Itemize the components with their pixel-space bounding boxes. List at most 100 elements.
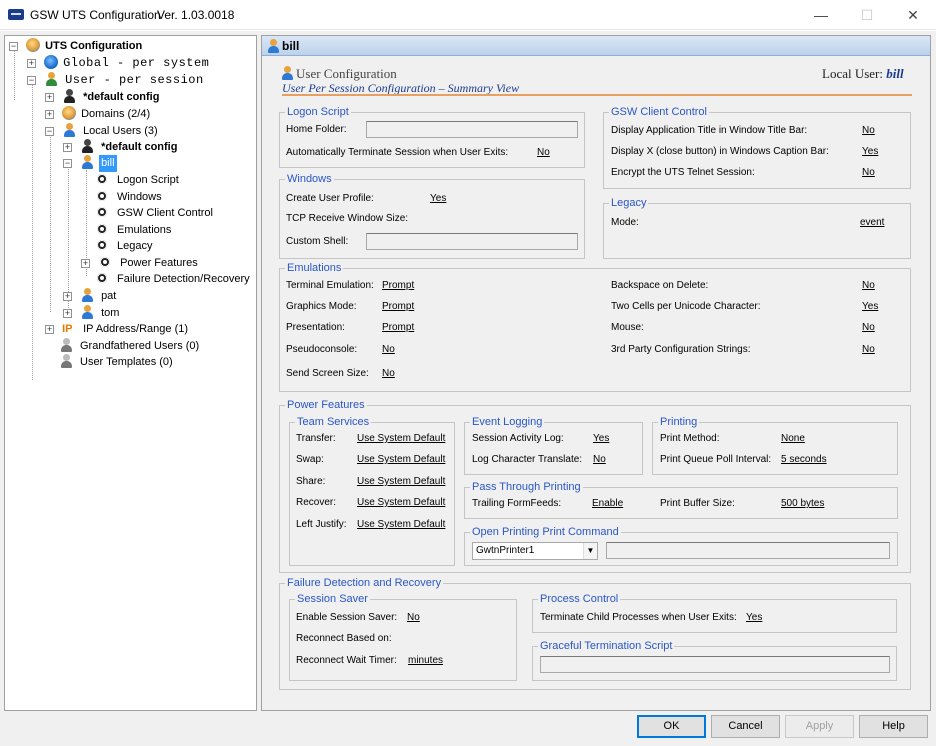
- swap-value[interactable]: Use System Default: [357, 454, 445, 465]
- mode-value[interactable]: event: [860, 217, 884, 228]
- tree-item-local-users[interactable]: − Local Users (3): [45, 123, 160, 140]
- poll-interval-value[interactable]: 5 seconds: [781, 454, 827, 465]
- create-profile-label: Create User Profile:: [286, 193, 374, 204]
- trailing-formfeeds-value[interactable]: Enable: [592, 498, 623, 509]
- log-translate-value[interactable]: No: [593, 454, 606, 465]
- expand-icon[interactable]: +: [45, 110, 54, 119]
- display-x-value[interactable]: Yes: [862, 146, 878, 157]
- group-title: Open Printing Print Command: [470, 526, 621, 538]
- mode-label: Mode:: [611, 217, 639, 228]
- left-justify-value[interactable]: Use System Default: [357, 519, 445, 530]
- two-cells-value[interactable]: Yes: [862, 301, 878, 312]
- enable-saver-value[interactable]: No: [407, 612, 420, 623]
- users-icon: [44, 72, 60, 86]
- collapse-icon[interactable]: −: [27, 76, 36, 85]
- presentation-value[interactable]: Prompt: [382, 322, 414, 333]
- expand-icon[interactable]: +: [45, 93, 54, 102]
- transfer-value[interactable]: Use System Default: [357, 433, 445, 444]
- ok-button[interactable]: OK: [637, 715, 706, 738]
- tree-item-failure-detection[interactable]: Failure Detection/Recovery: [97, 271, 252, 288]
- tree-item-tom[interactable]: + tom: [63, 305, 121, 322]
- config-tree[interactable]: − UTS Configuration + Global - per syste…: [4, 35, 257, 711]
- expand-icon[interactable]: +: [63, 143, 72, 152]
- tree-item-domains[interactable]: + Domains (2/4): [45, 106, 152, 123]
- pseudoconsole-value[interactable]: No: [382, 344, 395, 355]
- home-folder-field[interactable]: [366, 121, 578, 138]
- group-title: Windows: [285, 173, 334, 185]
- create-profile-value[interactable]: Yes: [430, 193, 446, 204]
- terminate-child-label: Terminate Child Processes when User Exit…: [540, 612, 737, 623]
- panel-header-title: bill: [282, 39, 300, 53]
- tree-item-gsw-client-control[interactable]: GSW Client Control: [97, 205, 215, 222]
- tree-item-legacy[interactable]: Legacy: [97, 238, 154, 255]
- event-logging-group: Event Logging: [464, 416, 643, 475]
- tcp-window-label: TCP Receive Window Size:: [286, 213, 409, 224]
- tree-item-grandfathered[interactable]: Grandfathered Users (0): [59, 338, 201, 355]
- backspace-label: Backspace on Delete:: [611, 280, 709, 291]
- tree-item-windows[interactable]: Windows: [97, 189, 164, 206]
- minimize-button[interactable]: —: [798, 0, 844, 30]
- tree-item-user-templates[interactable]: User Templates (0): [59, 354, 175, 371]
- chevron-down-icon[interactable]: ▼: [583, 543, 597, 559]
- close-button[interactable]: ✕: [890, 0, 936, 30]
- mouse-value[interactable]: No: [862, 322, 875, 333]
- print-method-label: Print Method:: [660, 433, 720, 444]
- display-title-value[interactable]: No: [862, 125, 875, 136]
- collapse-icon[interactable]: −: [63, 159, 72, 168]
- tree-item-default-config-local[interactable]: + *default config: [63, 139, 179, 156]
- expand-icon[interactable]: +: [63, 292, 72, 301]
- expand-icon[interactable]: +: [27, 59, 36, 68]
- grandfathered-user-icon: [59, 338, 75, 352]
- reconnect-wait-value[interactable]: minutes: [408, 655, 443, 666]
- gear-icon: [97, 174, 107, 184]
- tree-item-bill[interactable]: − bill: [63, 155, 117, 172]
- tree-item-logon-script[interactable]: Logon Script: [97, 172, 181, 189]
- custom-shell-field[interactable]: [366, 233, 578, 250]
- print-method-value[interactable]: None: [781, 433, 805, 444]
- trailing-formfeeds-label: Trailing FormFeeds:: [472, 498, 562, 509]
- collapse-icon[interactable]: −: [45, 127, 54, 136]
- group-title: Failure Detection and Recovery: [285, 577, 444, 589]
- third-party-value[interactable]: No: [862, 344, 875, 355]
- print-buffer-label: Print Buffer Size:: [660, 498, 735, 509]
- auto-terminate-label: Automatically Terminate Session when Use…: [286, 147, 509, 158]
- collapse-icon[interactable]: −: [9, 42, 18, 51]
- graceful-script-field[interactable]: [540, 656, 890, 673]
- gear-icon: [97, 240, 107, 250]
- print-buffer-value[interactable]: 500 bytes: [781, 498, 824, 509]
- tree-item-power-features[interactable]: + Power Features: [81, 255, 200, 272]
- tree-item-uts-configuration[interactable]: − UTS Configuration: [9, 38, 144, 55]
- cancel-button[interactable]: Cancel: [711, 715, 780, 738]
- encrypt-value[interactable]: No: [862, 167, 875, 178]
- reconnect-wait-label: Reconnect Wait Timer:: [296, 655, 397, 666]
- tree-item-pat[interactable]: + pat: [63, 288, 118, 305]
- tree-item-emulations[interactable]: Emulations: [97, 222, 173, 239]
- default-user-icon: [62, 89, 78, 103]
- help-button[interactable]: Help: [859, 715, 928, 738]
- printer-select[interactable]: GwtnPrinter1 ▼: [472, 542, 598, 560]
- recover-value[interactable]: Use System Default: [357, 497, 445, 508]
- expand-icon[interactable]: +: [81, 259, 90, 268]
- group-title: Logon Script: [285, 106, 351, 118]
- auto-terminate-value[interactable]: No: [537, 147, 550, 158]
- maximize-button[interactable]: ☐: [844, 0, 890, 30]
- share-value[interactable]: Use System Default: [357, 476, 445, 487]
- session-activity-value[interactable]: Yes: [593, 433, 609, 444]
- group-title: Session Saver: [295, 593, 370, 605]
- tree-item-ip-address[interactable]: + IP IP Address/Range (1): [45, 321, 190, 338]
- globe-icon: [44, 55, 59, 69]
- local-users-icon: [62, 123, 78, 137]
- backspace-value[interactable]: No: [862, 280, 875, 291]
- tree-item-user[interactable]: − User - per session: [27, 72, 206, 89]
- apply-button[interactable]: Apply: [785, 715, 854, 738]
- print-command-field[interactable]: [606, 542, 890, 559]
- custom-shell-label: Custom Shell:: [286, 236, 349, 247]
- graphics-mode-value[interactable]: Prompt: [382, 301, 414, 312]
- send-screen-size-value[interactable]: No: [382, 368, 395, 379]
- tree-item-global[interactable]: + Global - per system: [27, 55, 211, 72]
- expand-icon[interactable]: +: [45, 325, 54, 334]
- terminate-child-value[interactable]: Yes: [746, 612, 762, 623]
- expand-icon[interactable]: +: [63, 309, 72, 318]
- tree-item-default-config[interactable]: + *default config: [45, 89, 161, 106]
- terminal-emulation-value[interactable]: Prompt: [382, 280, 414, 291]
